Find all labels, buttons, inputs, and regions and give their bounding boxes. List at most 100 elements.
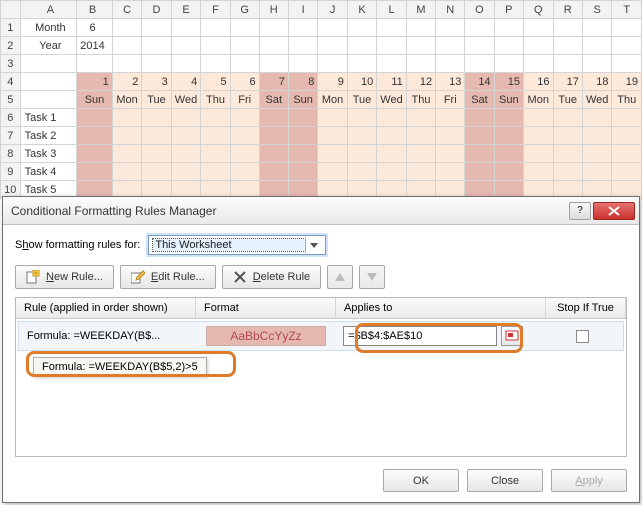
- cell[interactable]: Tue: [347, 91, 376, 109]
- cell[interactable]: [406, 145, 435, 163]
- cell[interactable]: [465, 127, 494, 145]
- new-rule-button[interactable]: New Rule...: [15, 265, 114, 289]
- row-header[interactable]: 5: [1, 91, 21, 109]
- close-dialog-button[interactable]: Close: [467, 469, 543, 492]
- cell[interactable]: Task 2: [20, 127, 77, 145]
- delete-rule-button[interactable]: Delete Rule: [222, 265, 322, 289]
- cell[interactable]: [465, 145, 494, 163]
- col-header[interactable]: C: [112, 1, 142, 19]
- apply-button[interactable]: Apply: [551, 469, 627, 492]
- cell[interactable]: 6: [77, 19, 113, 37]
- cell[interactable]: Fri: [436, 91, 465, 109]
- cell[interactable]: [582, 55, 612, 73]
- cell[interactable]: [494, 55, 523, 73]
- cell[interactable]: 2: [112, 73, 142, 91]
- cell[interactable]: [347, 55, 376, 73]
- cell[interactable]: [171, 145, 201, 163]
- cell[interactable]: [112, 145, 142, 163]
- cell[interactable]: [230, 55, 259, 73]
- cell[interactable]: [465, 55, 494, 73]
- cell[interactable]: [112, 37, 142, 55]
- move-up-button[interactable]: [327, 265, 353, 289]
- cell[interactable]: [201, 109, 230, 127]
- cell[interactable]: [494, 37, 523, 55]
- cell[interactable]: Tue: [553, 91, 582, 109]
- cell[interactable]: [259, 163, 288, 181]
- cell[interactable]: Year: [20, 37, 77, 55]
- cell[interactable]: [318, 37, 348, 55]
- cell[interactable]: Sat: [465, 91, 494, 109]
- cell[interactable]: 15: [494, 73, 523, 91]
- cell[interactable]: Tue: [142, 91, 171, 109]
- cell[interactable]: [377, 145, 407, 163]
- cell[interactable]: Sun: [288, 91, 317, 109]
- cell[interactable]: [77, 145, 113, 163]
- col-header[interactable]: S: [582, 1, 612, 19]
- cell[interactable]: [171, 127, 201, 145]
- cell[interactable]: [318, 163, 348, 181]
- cell[interactable]: [436, 127, 465, 145]
- cell[interactable]: 11: [377, 73, 407, 91]
- cell[interactable]: [259, 127, 288, 145]
- cell[interactable]: [612, 127, 642, 145]
- cell[interactable]: [494, 163, 523, 181]
- cell[interactable]: [201, 145, 230, 163]
- cell[interactable]: [523, 163, 553, 181]
- cell[interactable]: [77, 163, 113, 181]
- help-button[interactable]: ?: [569, 202, 591, 220]
- cell[interactable]: [288, 19, 317, 37]
- cell[interactable]: [112, 55, 142, 73]
- cell[interactable]: [523, 145, 553, 163]
- cell[interactable]: [582, 145, 612, 163]
- cell[interactable]: [523, 127, 553, 145]
- cell[interactable]: [318, 19, 348, 37]
- cell[interactable]: [582, 127, 612, 145]
- cell[interactable]: [347, 163, 376, 181]
- dialog-titlebar[interactable]: Conditional Formatting Rules Manager ?: [3, 197, 639, 225]
- cell[interactable]: [142, 163, 171, 181]
- cell[interactable]: [436, 109, 465, 127]
- cell[interactable]: [142, 127, 171, 145]
- cell[interactable]: 5: [201, 73, 230, 91]
- cell[interactable]: [201, 19, 230, 37]
- col-header[interactable]: [1, 1, 21, 19]
- applies-to-input[interactable]: [343, 326, 497, 346]
- row-header[interactable]: 1: [1, 19, 21, 37]
- cell[interactable]: [77, 127, 113, 145]
- cell[interactable]: 2014: [77, 37, 113, 55]
- cell[interactable]: [406, 37, 435, 55]
- cell[interactable]: [612, 37, 642, 55]
- col-header[interactable]: T: [612, 1, 642, 19]
- cell[interactable]: [406, 109, 435, 127]
- cell[interactable]: [406, 55, 435, 73]
- cell[interactable]: [347, 127, 376, 145]
- row-header[interactable]: 4: [1, 73, 21, 91]
- cell[interactable]: Wed: [377, 91, 407, 109]
- cell[interactable]: [318, 55, 348, 73]
- cell[interactable]: [612, 145, 642, 163]
- cell[interactable]: [347, 37, 376, 55]
- cell[interactable]: [377, 163, 407, 181]
- cell[interactable]: Sun: [77, 91, 113, 109]
- cell[interactable]: [406, 127, 435, 145]
- cell[interactable]: [612, 163, 642, 181]
- cell[interactable]: [377, 109, 407, 127]
- col-header[interactable]: M: [406, 1, 435, 19]
- cell[interactable]: [436, 37, 465, 55]
- cell[interactable]: [523, 109, 553, 127]
- rule-row[interactable]: Formula: =WEEKDAY(B$... AaBbCcYyZz: [18, 321, 624, 351]
- cell[interactable]: Wed: [171, 91, 201, 109]
- cell[interactable]: [20, 55, 77, 73]
- row-header[interactable]: 2: [1, 37, 21, 55]
- range-picker-button[interactable]: [501, 326, 523, 346]
- cell[interactable]: [347, 145, 376, 163]
- cell[interactable]: [230, 145, 259, 163]
- cell[interactable]: [201, 37, 230, 55]
- cell[interactable]: [142, 109, 171, 127]
- col-header[interactable]: G: [230, 1, 259, 19]
- cell[interactable]: [230, 19, 259, 37]
- cell[interactable]: 3: [142, 73, 171, 91]
- cell[interactable]: 9: [318, 73, 348, 91]
- col-header[interactable]: R: [553, 1, 582, 19]
- cell[interactable]: [436, 19, 465, 37]
